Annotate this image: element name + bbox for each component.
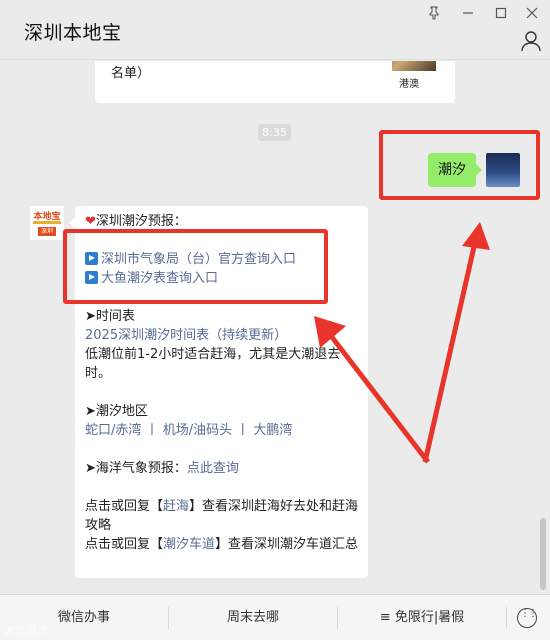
menu-divider: [506, 607, 507, 629]
annotation-arrow-1: [314, 316, 430, 464]
menu-weekend[interactable]: 周末去哪: [169, 595, 337, 640]
bottom-menu: 微信办事 周末去哪 ≡ 免限行|暑假: [0, 594, 550, 640]
annotation-arrows: [314, 222, 490, 464]
annotation-arrow-2: [422, 222, 490, 463]
watermark: 大鱼潮汐: [4, 624, 48, 637]
menu-free-restriction[interactable]: ≡ 免限行|暑假: [338, 595, 506, 640]
keyboard-icon[interactable]: [517, 608, 537, 628]
